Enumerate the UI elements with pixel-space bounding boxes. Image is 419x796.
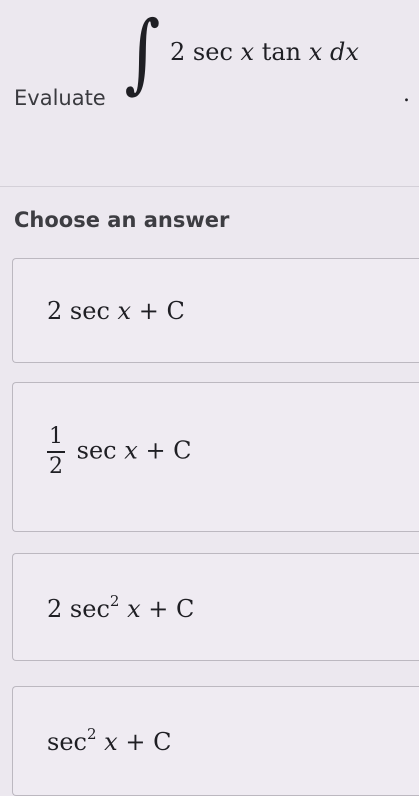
integrand: 2 sec x tan x dx xyxy=(170,38,359,66)
choice-1-coef: 2 xyxy=(47,297,63,325)
question-stem: Evaluate ∫ 2 sec x tan x dx . xyxy=(0,0,419,185)
section-divider xyxy=(0,186,419,187)
integrand-differential: dx xyxy=(329,38,359,66)
choice-3-fn: sec xyxy=(69,595,110,623)
choice-2-fn: sec xyxy=(76,436,117,465)
integrand-var-1: x xyxy=(240,38,255,66)
answer-choice-1[interactable]: 2 sec x + C xyxy=(12,258,419,363)
choice-1-var: x xyxy=(117,297,132,325)
choice-2-denominator: 2 xyxy=(49,454,63,479)
choice-1-fn: sec xyxy=(69,297,110,325)
choice-4-fn: sec xyxy=(47,728,87,756)
question-prefix: Evaluate xyxy=(14,86,106,110)
integral-sign: ∫ xyxy=(124,3,161,103)
integrand-coefficient: 2 xyxy=(170,38,186,66)
answer-choice-4-math: sec2 x + C xyxy=(47,725,171,756)
answer-choice-3[interactable]: 2 sec2 x + C xyxy=(12,553,419,661)
choice-2-tail: + C xyxy=(145,436,192,465)
integrand-var-2: x xyxy=(308,38,323,66)
choice-3-coef: 2 xyxy=(47,595,63,623)
question-period: . xyxy=(403,82,410,107)
choice-2-numerator: 1 xyxy=(47,423,65,453)
answers-heading: Choose an answer xyxy=(14,208,230,232)
choice-4-var: x xyxy=(104,728,118,756)
choice-1-tail: + C xyxy=(138,297,185,325)
choice-2-fraction: 1 2 xyxy=(47,423,65,481)
answer-choice-3-math: 2 sec2 x + C xyxy=(47,592,194,623)
answer-choice-1-math: 2 sec x + C xyxy=(47,297,185,325)
choice-4-exponent: 2 xyxy=(86,725,97,743)
choice-3-exponent: 2 xyxy=(109,592,120,610)
integrand-fn-tan: tan xyxy=(261,38,302,66)
answer-choice-2-math: 1 2 sec x + C xyxy=(47,423,192,481)
choice-3-tail: + C xyxy=(148,595,195,623)
choice-2-var: x xyxy=(124,436,138,465)
choice-4-tail: + C xyxy=(125,728,172,756)
integrand-fn-sec: sec xyxy=(192,38,233,66)
answer-choice-2[interactable]: 1 2 sec x + C xyxy=(12,382,419,532)
choice-3-var: x xyxy=(127,595,141,623)
